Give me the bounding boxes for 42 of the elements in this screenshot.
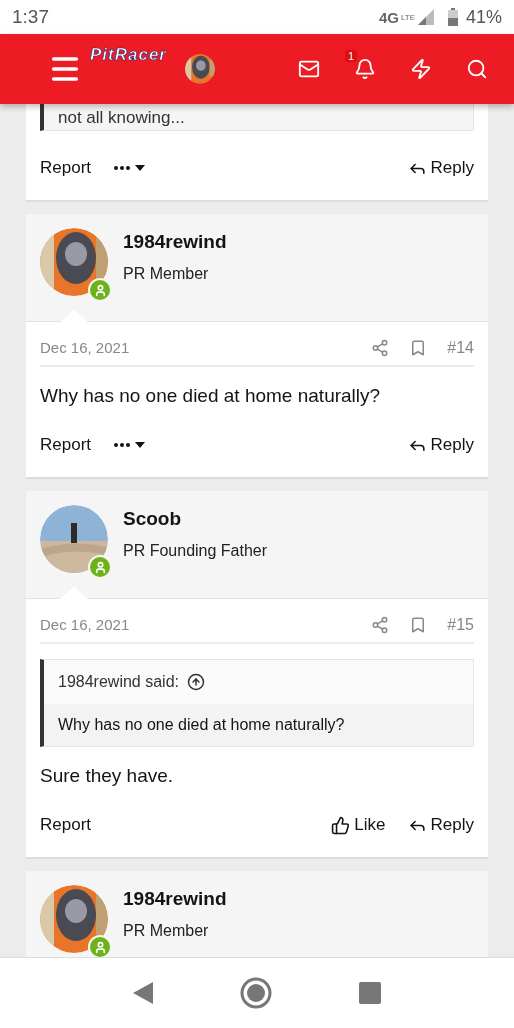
report-button[interactable]: Report: [40, 815, 92, 835]
post-number[interactable]: #15: [447, 615, 474, 634]
user-rank: PR Member: [123, 265, 210, 283]
post-number[interactable]: #14: [447, 338, 474, 357]
back-icon[interactable]: [133, 982, 154, 1004]
status-time: 1:37: [12, 6, 49, 28]
signal-icon: [417, 9, 434, 25]
recents-icon[interactable]: [358, 982, 381, 1004]
quote-text: Why has no one died at home naturally?: [44, 704, 473, 746]
bell-icon[interactable]: [354, 58, 376, 80]
quote-author[interactable]: 1984rewind said:: [58, 673, 179, 691]
home-icon[interactable]: [240, 977, 272, 1009]
report-button[interactable]: Report: [40, 158, 92, 178]
thumbs-up-icon: [331, 815, 351, 835]
user-rank: PR Member: [123, 922, 210, 940]
search-icon[interactable]: [466, 58, 488, 80]
username[interactable]: 1984rewind: [123, 231, 227, 253]
reply-button[interactable]: Reply: [407, 815, 474, 835]
more-menu-button[interactable]: [113, 163, 148, 173]
reply-button[interactable]: Reply: [407, 158, 474, 178]
share-icon[interactable]: [371, 615, 390, 634]
like-button[interactable]: Like: [331, 815, 386, 835]
lightning-icon[interactable]: [410, 58, 432, 80]
share-icon[interactable]: [371, 338, 390, 357]
more-menu-button[interactable]: [113, 440, 148, 450]
post-date[interactable]: Dec 16, 2021: [40, 339, 352, 356]
arrow-up-icon[interactable]: [186, 673, 205, 691]
post-text: Why has no one died at home naturally?: [40, 384, 382, 408]
username[interactable]: 1984rewind: [123, 888, 227, 910]
network-sub-label: LTE: [400, 12, 415, 22]
notification-badge: 1: [345, 50, 358, 62]
quote-text: not all knowing...: [40, 104, 474, 131]
reply-button[interactable]: Reply: [407, 435, 474, 455]
post-date[interactable]: Dec 16, 2021: [40, 616, 352, 633]
user-rank: PR Founding Father: [123, 542, 268, 560]
username[interactable]: Scoob: [123, 508, 268, 530]
network-label: 4G: [378, 8, 399, 26]
battery-icon: [447, 8, 458, 26]
report-button[interactable]: Report: [40, 435, 92, 455]
post-text: Sure they have.: [40, 764, 175, 788]
mail-icon[interactable]: [298, 58, 320, 80]
battery-level: 41%: [465, 6, 502, 28]
